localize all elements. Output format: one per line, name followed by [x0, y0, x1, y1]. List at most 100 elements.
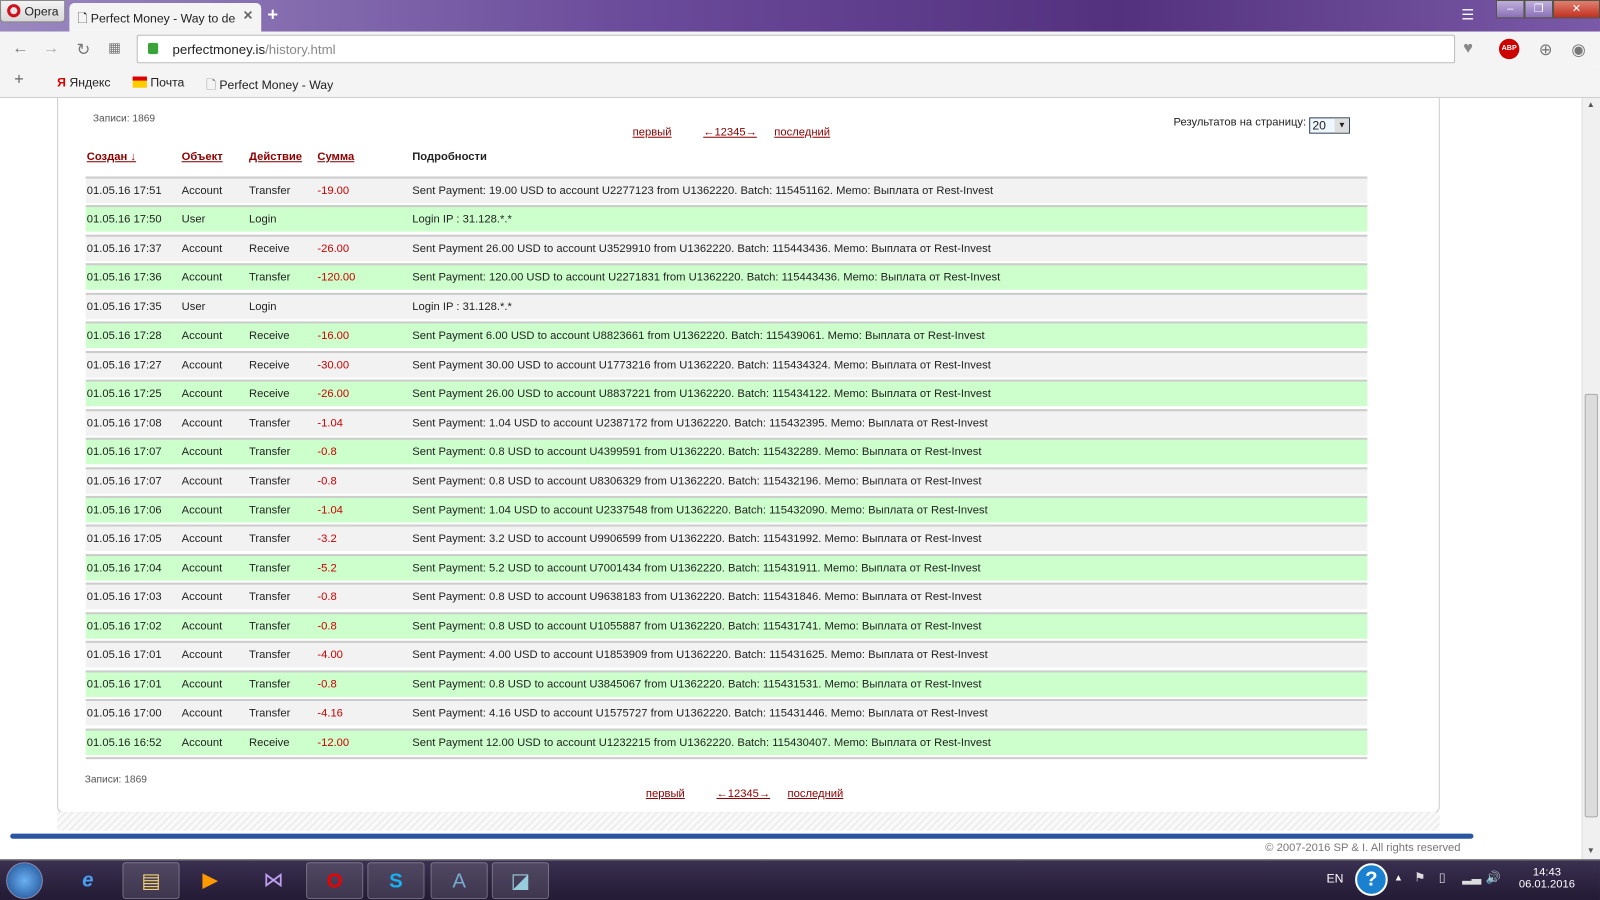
bookmark-yandex[interactable]: Я Яндекс: [57, 76, 110, 90]
wordpad-icon[interactable]: A: [430, 862, 488, 899]
network-icon[interactable]: ▂▃: [1462, 870, 1481, 884]
row-action: Transfer: [248, 562, 291, 575]
row-details: Sent Payment: 0.8 USD to account U830632…: [412, 474, 982, 488]
add-bookmark-icon[interactable]: +: [14, 71, 24, 89]
row-action: Transfer: [248, 445, 291, 459]
row-action: Transfer: [248, 533, 291, 546]
clock[interactable]: 14:43 06.01.2016: [1518, 866, 1575, 890]
page-numbers-link[interactable]: ←12345→: [716, 788, 770, 800]
row-amount: -5.2: [317, 562, 337, 575]
row-details: Login IP : 31.128.*.*: [412, 300, 512, 314]
bookmark-label: Почта: [150, 75, 185, 90]
row-details: Sent Payment 26.00 USD to account U88372…: [412, 387, 991, 401]
column-created[interactable]: Создан ↓: [87, 151, 136, 163]
skype-icon[interactable]: S: [367, 862, 425, 899]
tray-expand-icon[interactable]: ▲: [1394, 872, 1403, 882]
maximize-button[interactable]: ❐: [1524, 0, 1554, 19]
action-center-icon[interactable]: ⚑: [1414, 870, 1425, 884]
vertical-scrollbar[interactable]: ▲ ▼: [1581, 97, 1600, 860]
help-icon[interactable]: ?: [1355, 863, 1388, 896]
column-object[interactable]: Объект: [182, 151, 223, 163]
scrollbar-thumb[interactable]: [1584, 393, 1598, 818]
per-page-select[interactable]: 20 ▼: [1309, 117, 1351, 134]
adblock-icon[interactable]: ABP: [1498, 38, 1520, 60]
row-details: Sent Payment: 0.8 USD to account U439959…: [412, 445, 982, 459]
visual-studio-icon[interactable]: ⋈: [245, 862, 302, 899]
tab-title: Perfect Money - Way to de: [90, 11, 236, 26]
start-button[interactable]: [6, 862, 43, 899]
row-date: 01.05.16 17:01: [86, 649, 162, 662]
table-row: 01.05.16 17:02 Account Transfer -0.8 Sent Pa…: [85, 611, 1368, 639]
row-object: Account: [181, 649, 223, 662]
close-window-button[interactable]: ✕: [1553, 0, 1600, 19]
speed-dial-icon[interactable]: ▦: [108, 40, 121, 56]
column-amount[interactable]: Сумма: [317, 151, 354, 163]
language-indicator[interactable]: EN: [1327, 871, 1344, 885]
table-row: 01.05.16 17:25 Account Receive -26.00 Sent P…: [85, 379, 1368, 407]
row-date: 01.05.16 17:25: [86, 387, 162, 401]
first-page-link[interactable]: первый: [633, 127, 672, 139]
scroll-down-icon[interactable]: ▼: [1587, 846, 1595, 855]
first-page-link[interactable]: первый: [646, 788, 685, 800]
reload-icon[interactable]: ↻: [77, 40, 91, 60]
power-icon[interactable]: ▯: [1439, 870, 1446, 884]
minimize-button[interactable]: –: [1495, 0, 1525, 19]
page-numbers-link[interactable]: ←12345→: [703, 127, 757, 139]
row-date: 01.05.16 17:37: [86, 242, 162, 255]
row-object: Account: [181, 242, 223, 255]
address-bar[interactable]: perfectmoney.is/history.html: [136, 34, 1456, 64]
scroll-up-icon[interactable]: ▲: [1587, 100, 1595, 109]
row-details: Sent Payment: 4.00 USD to account U18539…: [412, 649, 988, 662]
table-row: 01.05.16 17:06 Account Transfer -1.04 Sent P…: [85, 495, 1368, 523]
bookmark-perfect-money[interactable]: 🗋 Perfect Money - Way: [206, 76, 333, 97]
row-amount: -120.00: [317, 271, 356, 285]
heart-icon[interactable]: ♥: [1463, 40, 1473, 58]
row-date: 01.05.16 17:02: [86, 620, 162, 633]
forward-icon[interactable]: →: [43, 40, 59, 58]
row-amount: -26.00: [317, 242, 350, 255]
notes-icon[interactable]: ◪: [491, 862, 549, 899]
row-object: User: [181, 213, 206, 226]
row-amount: -0.8: [317, 620, 337, 633]
row-action: Transfer: [248, 504, 291, 517]
new-tab-button[interactable]: +: [267, 4, 278, 25]
bookmark-mail[interactable]: Почта: [132, 75, 185, 90]
last-page-link[interactable]: последний: [788, 788, 844, 800]
records-count-bottom: Записи: 1869: [84, 774, 147, 786]
row-object: Account: [181, 678, 223, 691]
url-path: /history.html: [265, 41, 336, 58]
column-action[interactable]: Действие: [249, 151, 302, 163]
row-date: 01.05.16 17:28: [86, 329, 162, 343]
opera-menu-button[interactable]: Opera: [0, 0, 66, 23]
opera-taskbar-icon[interactable]: O: [306, 862, 364, 899]
row-action: Transfer: [248, 620, 291, 633]
volume-icon[interactable]: 🔊: [1486, 870, 1501, 884]
download-icon[interactable]: ⊕: [1539, 40, 1553, 60]
row-amount: -1.04: [317, 504, 343, 517]
row-action: Transfer: [248, 271, 291, 285]
row-date: 01.05.16 17:03: [86, 591, 162, 604]
row-object: Account: [181, 329, 223, 343]
row-action: Login: [248, 300, 277, 314]
tab-perfect-money[interactable]: 🗋 Perfect Money - Way to de ✕: [69, 3, 262, 32]
row-action: Receive: [248, 358, 290, 372]
row-object: Account: [181, 620, 223, 633]
row-action: Receive: [248, 736, 290, 749]
row-date: 01.05.16 17:04: [86, 562, 162, 575]
pagination-bottom: первый ←12345→ последний: [646, 788, 843, 800]
explorer-icon[interactable]: ▤: [122, 862, 180, 899]
account-icon[interactable]: ◉: [1571, 40, 1585, 60]
table-row: 01.05.16 16:52 Account Receive -12.00 Sent P…: [85, 728, 1368, 755]
clock-time: 14:43: [1532, 866, 1561, 879]
close-tab-icon[interactable]: ✕: [243, 8, 253, 22]
row-details: Login IP : 31.128.*.*: [412, 213, 512, 226]
media-player-icon[interactable]: ▶: [182, 862, 239, 899]
tab-menu-icon[interactable]: ☰: [1461, 6, 1474, 23]
table-row: 01.05.16 17:08 Account Transfer -1.04 Sent P…: [85, 408, 1368, 436]
row-action: Receive: [248, 242, 290, 255]
last-page-link[interactable]: последний: [774, 127, 830, 139]
ie-icon[interactable]: e: [59, 862, 116, 899]
row-action: Receive: [248, 387, 290, 401]
back-icon[interactable]: ←: [12, 40, 28, 58]
row-object: Account: [181, 533, 223, 546]
